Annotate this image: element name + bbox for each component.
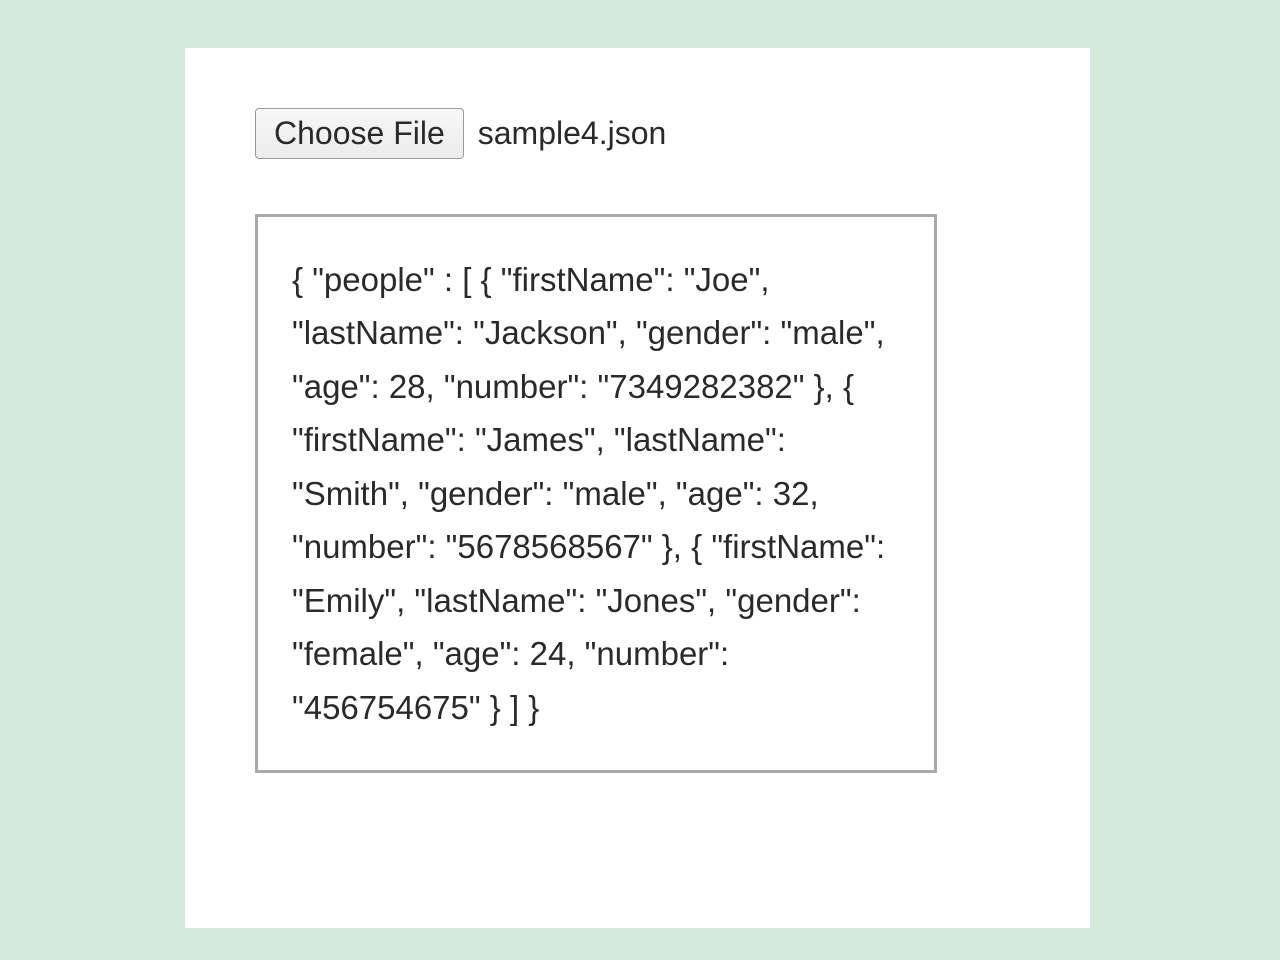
json-content-text: { "people" : [ { "firstName": "Joe", "la… — [292, 253, 900, 734]
main-panel: Choose File sample4.json { "people" : [ … — [185, 48, 1090, 928]
selected-file-name: sample4.json — [478, 115, 667, 152]
choose-file-button[interactable]: Choose File — [255, 108, 464, 159]
json-output-box: { "people" : [ { "firstName": "Joe", "la… — [255, 214, 937, 773]
file-input-row: Choose File sample4.json — [255, 108, 1030, 159]
